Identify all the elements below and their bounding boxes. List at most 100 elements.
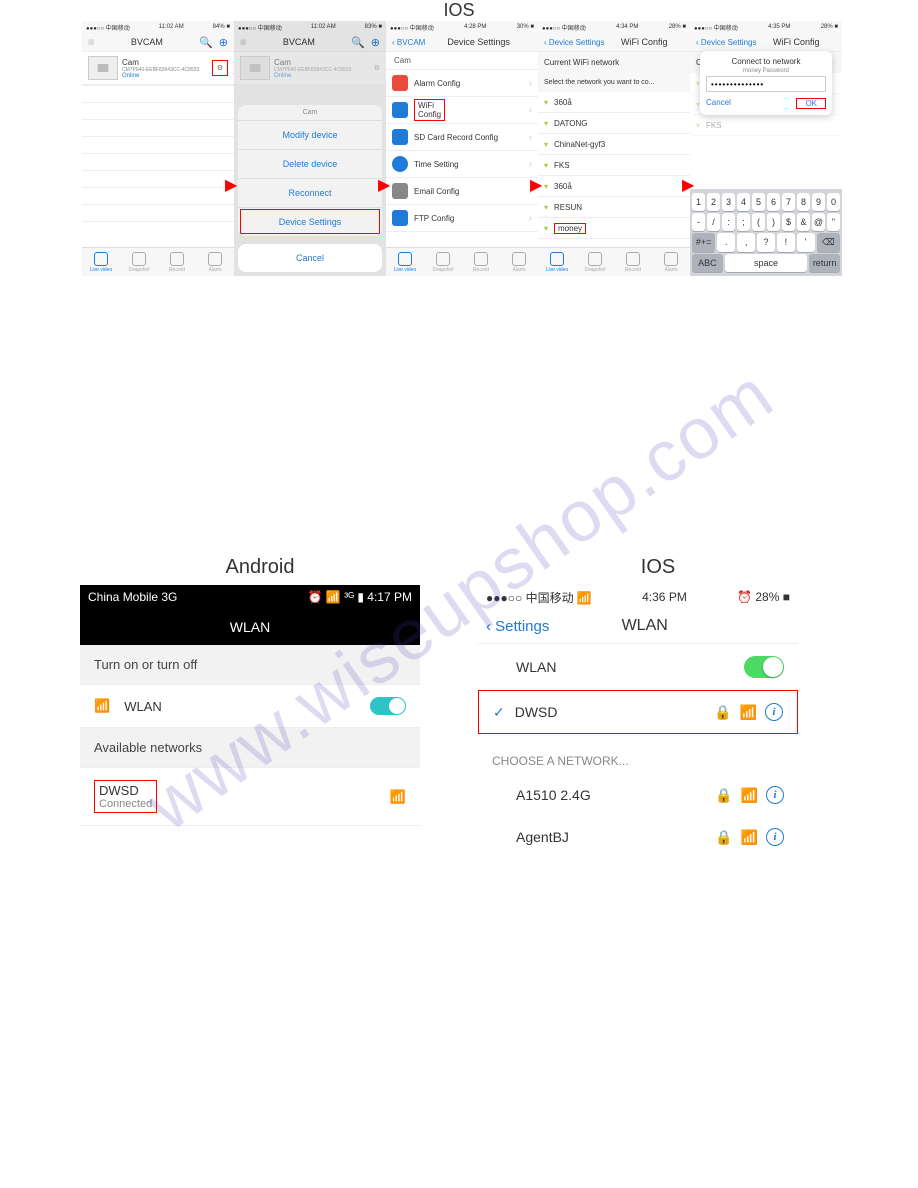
- delete-device-option[interactable]: Delete device: [238, 149, 382, 178]
- connected-network-row[interactable]: ✓ DWSD 🔒 📶 i: [478, 690, 798, 734]
- modify-device-option[interactable]: Modify device: [238, 120, 382, 149]
- key[interactable]: ': [797, 233, 815, 252]
- tab-alarm[interactable]: Alarm: [500, 248, 538, 276]
- key[interactable]: 8: [797, 193, 810, 211]
- email-config-row[interactable]: Email Config›: [386, 178, 538, 205]
- key[interactable]: (: [752, 213, 765, 231]
- tab-snapshot[interactable]: Snapshot: [576, 248, 614, 276]
- key[interactable]: $: [782, 213, 795, 231]
- key[interactable]: &: [797, 213, 810, 231]
- key[interactable]: -: [692, 213, 705, 231]
- back-button[interactable]: ‹ Device Settings: [696, 38, 756, 47]
- tab-live[interactable]: Live video: [386, 248, 424, 276]
- key[interactable]: 9: [812, 193, 825, 211]
- add-icon[interactable]: ⊕: [219, 36, 228, 49]
- wifi-row[interactable]: ▾ChinaNet-gyf3: [538, 134, 690, 155]
- key[interactable]: ;: [737, 213, 750, 231]
- status-time: 4:28 PM: [464, 24, 486, 30]
- key-space[interactable]: space: [725, 254, 807, 272]
- nav-title: Device Settings: [447, 37, 510, 47]
- tab-live[interactable]: Live video: [82, 248, 120, 276]
- key[interactable]: 7: [782, 193, 795, 211]
- wifi-row[interactable]: ▾DATONG: [538, 113, 690, 134]
- wifi-row-money[interactable]: ▾money: [538, 218, 690, 239]
- gear-icon[interactable]: ⚙: [212, 60, 228, 76]
- key[interactable]: @: [812, 213, 825, 231]
- password-input[interactable]: [706, 76, 826, 92]
- arrow-icon: ▶: [530, 175, 542, 195]
- wlan-toggle[interactable]: [370, 697, 406, 715]
- key[interactable]: ?: [757, 233, 775, 252]
- key[interactable]: 5: [752, 193, 765, 211]
- screenshot-step1: ●●●○○ 中国移动 11:02 AM 84% ■ ▦ BVCAM 🔍⊕ Cam…: [82, 21, 234, 276]
- key[interactable]: ,: [737, 233, 755, 252]
- tab-record[interactable]: Record: [614, 248, 652, 276]
- key[interactable]: 0: [827, 193, 840, 211]
- wlan-toggle-row[interactable]: 📶 WLAN: [80, 685, 420, 728]
- network-row[interactable]: A1510 2.4G 🔒 📶 i: [478, 774, 798, 816]
- camera-row[interactable]: Cam CM7P640-EEBF83943CC-4C8933 Online ⚙: [82, 52, 234, 85]
- key[interactable]: !: [777, 233, 795, 252]
- wifi-row[interactable]: ▾360å: [538, 92, 690, 113]
- wlan-toggle-row[interactable]: WLAN: [478, 644, 798, 690]
- network-row-dwsd[interactable]: DWSD Connected 📶: [80, 768, 420, 826]
- wifi-row[interactable]: ▾360å: [538, 176, 690, 197]
- key[interactable]: /: [707, 213, 720, 231]
- device-settings-option[interactable]: Device Settings: [238, 207, 382, 236]
- choose-network-header: CHOOSE A NETWORK...: [478, 734, 798, 774]
- key[interactable]: 4: [737, 193, 750, 211]
- key-return[interactable]: return: [809, 254, 840, 272]
- back-button[interactable]: ‹ BVCAM: [392, 38, 425, 47]
- wifi-icon: ▾: [544, 161, 548, 170]
- status-time: 11:02 AM: [159, 24, 184, 30]
- nav-title: WLAN: [80, 609, 420, 645]
- key[interactable]: 6: [767, 193, 780, 211]
- wifi-config-row[interactable]: WiFi Config›: [386, 97, 538, 124]
- key-backspace[interactable]: ⌫: [817, 233, 840, 252]
- key[interactable]: 2: [707, 193, 720, 211]
- key-abc[interactable]: ABC: [692, 254, 723, 272]
- arrow-icon: ▶: [682, 175, 694, 195]
- key-symbols[interactable]: #+=: [692, 233, 715, 252]
- search-icon[interactable]: 🔍: [199, 36, 213, 49]
- wifi-row[interactable]: ▾FKS: [538, 155, 690, 176]
- key[interactable]: :: [722, 213, 735, 231]
- reconnect-option[interactable]: Reconnect: [238, 178, 382, 207]
- cancel-button[interactable]: Cancel: [706, 98, 731, 109]
- tab-alarm[interactable]: Alarm: [652, 248, 690, 276]
- grid-icon[interactable]: ▦: [88, 38, 95, 46]
- android-screenshot: China Mobile 3G ⏰ 📶 ³ᴳ ▮ 4:17 PM WLAN Tu…: [80, 585, 420, 826]
- status-batt: 28% ■: [669, 24, 686, 30]
- wlan-toggle[interactable]: [744, 656, 784, 678]
- info-icon[interactable]: i: [766, 786, 784, 804]
- wifi-row[interactable]: ▾FKS: [690, 115, 842, 136]
- status-batt: 28%: [755, 590, 779, 604]
- key[interactable]: .: [717, 233, 735, 252]
- ok-button[interactable]: OK: [796, 98, 826, 109]
- tab-alarm[interactable]: Alarm: [196, 248, 234, 276]
- nav-title: WiFi Config: [773, 37, 820, 47]
- dialog-subtitle: money Password: [706, 68, 826, 74]
- info-icon[interactable]: i: [765, 703, 783, 721]
- key[interactable]: ": [827, 213, 840, 231]
- key[interactable]: 1: [692, 193, 705, 211]
- network-row[interactable]: AgentBJ 🔒 📶 i: [478, 816, 798, 858]
- cancel-button[interactable]: Cancel: [238, 244, 382, 272]
- key[interactable]: 3: [722, 193, 735, 211]
- back-button[interactable]: ‹ Device Settings: [544, 38, 604, 47]
- tab-snapshot[interactable]: Snapshot: [424, 248, 462, 276]
- tab-live[interactable]: Live video: [538, 248, 576, 276]
- info-icon[interactable]: i: [766, 828, 784, 846]
- alarm-config-row[interactable]: Alarm Config›: [386, 70, 538, 97]
- keyboard[interactable]: 1234567890 -/:;()$&@" #+= .,?!' ⌫ ABC sp…: [690, 189, 842, 276]
- check-icon: ✓: [493, 704, 505, 721]
- tab-record[interactable]: Record: [158, 248, 196, 276]
- key[interactable]: ): [767, 213, 780, 231]
- wifi-row[interactable]: ▾RESUN: [538, 197, 690, 218]
- tab-snapshot[interactable]: Snapshot: [120, 248, 158, 276]
- time-setting-row[interactable]: Time Setting›: [386, 151, 538, 178]
- sdcard-config-row[interactable]: SD Card Record Config›: [386, 124, 538, 151]
- tab-record[interactable]: Record: [462, 248, 500, 276]
- ftp-config-row[interactable]: FTP Config›: [386, 205, 538, 232]
- wifi-signal-icon: 📶: [390, 789, 406, 805]
